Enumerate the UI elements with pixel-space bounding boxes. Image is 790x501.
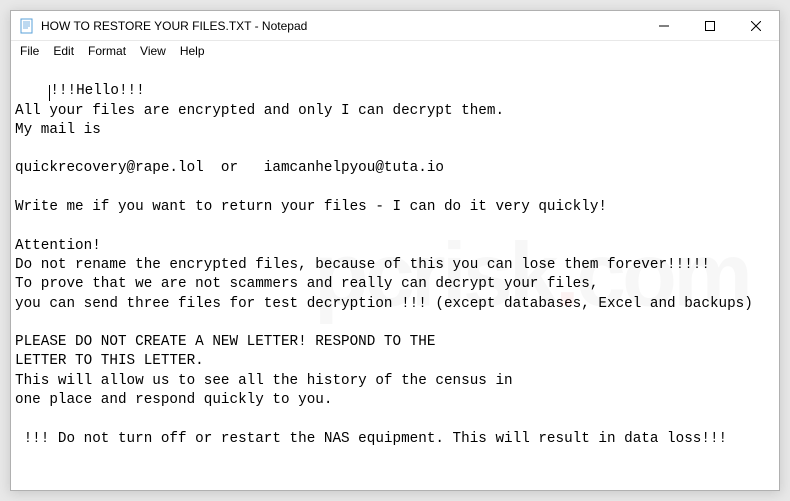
close-button[interactable] [733,11,779,41]
line: All your files are encrypted and only I … [15,103,504,119]
notepad-window: HOW TO RESTORE YOUR FILES.TXT - Notepad … [10,10,780,491]
line: My mail is [15,122,101,138]
line: !!! Do not turn off or restart the NAS e… [15,431,727,447]
line: one place and respond quickly to you. [15,392,332,408]
line: !!!Hello!!! [50,83,144,99]
menu-format[interactable]: Format [81,43,133,59]
line: LETTER TO THIS LETTER. [15,353,204,369]
maximize-button[interactable] [687,11,733,41]
line: To prove that we are not scammers and re… [15,276,598,292]
window-controls [641,11,779,40]
menubar: File Edit Format View Help [11,41,779,61]
line: PLEASE DO NOT CREATE A NEW LETTER! RESPO… [15,334,435,350]
line: quickrecovery@rape.lol or iamcanhelpyou@… [15,160,444,176]
menu-help[interactable]: Help [173,43,212,59]
text-area[interactable]: pcrisk.com!!!Hello!!! All your files are… [11,61,779,490]
window-title: HOW TO RESTORE YOUR FILES.TXT - Notepad [41,19,641,33]
minimize-button[interactable] [641,11,687,41]
menu-edit[interactable]: Edit [46,43,81,59]
line: This will allow us to see all the histor… [15,373,513,389]
line: Write me if you want to return your file… [15,199,607,215]
notepad-icon [19,18,35,34]
titlebar[interactable]: HOW TO RESTORE YOUR FILES.TXT - Notepad [11,11,779,41]
text-caret [49,85,50,101]
line: Do not rename the encrypted files, becau… [15,257,710,273]
line: Attention! [15,238,101,254]
menu-file[interactable]: File [13,43,46,59]
line: you can send three files for test decryp… [15,296,753,312]
menu-view[interactable]: View [133,43,173,59]
